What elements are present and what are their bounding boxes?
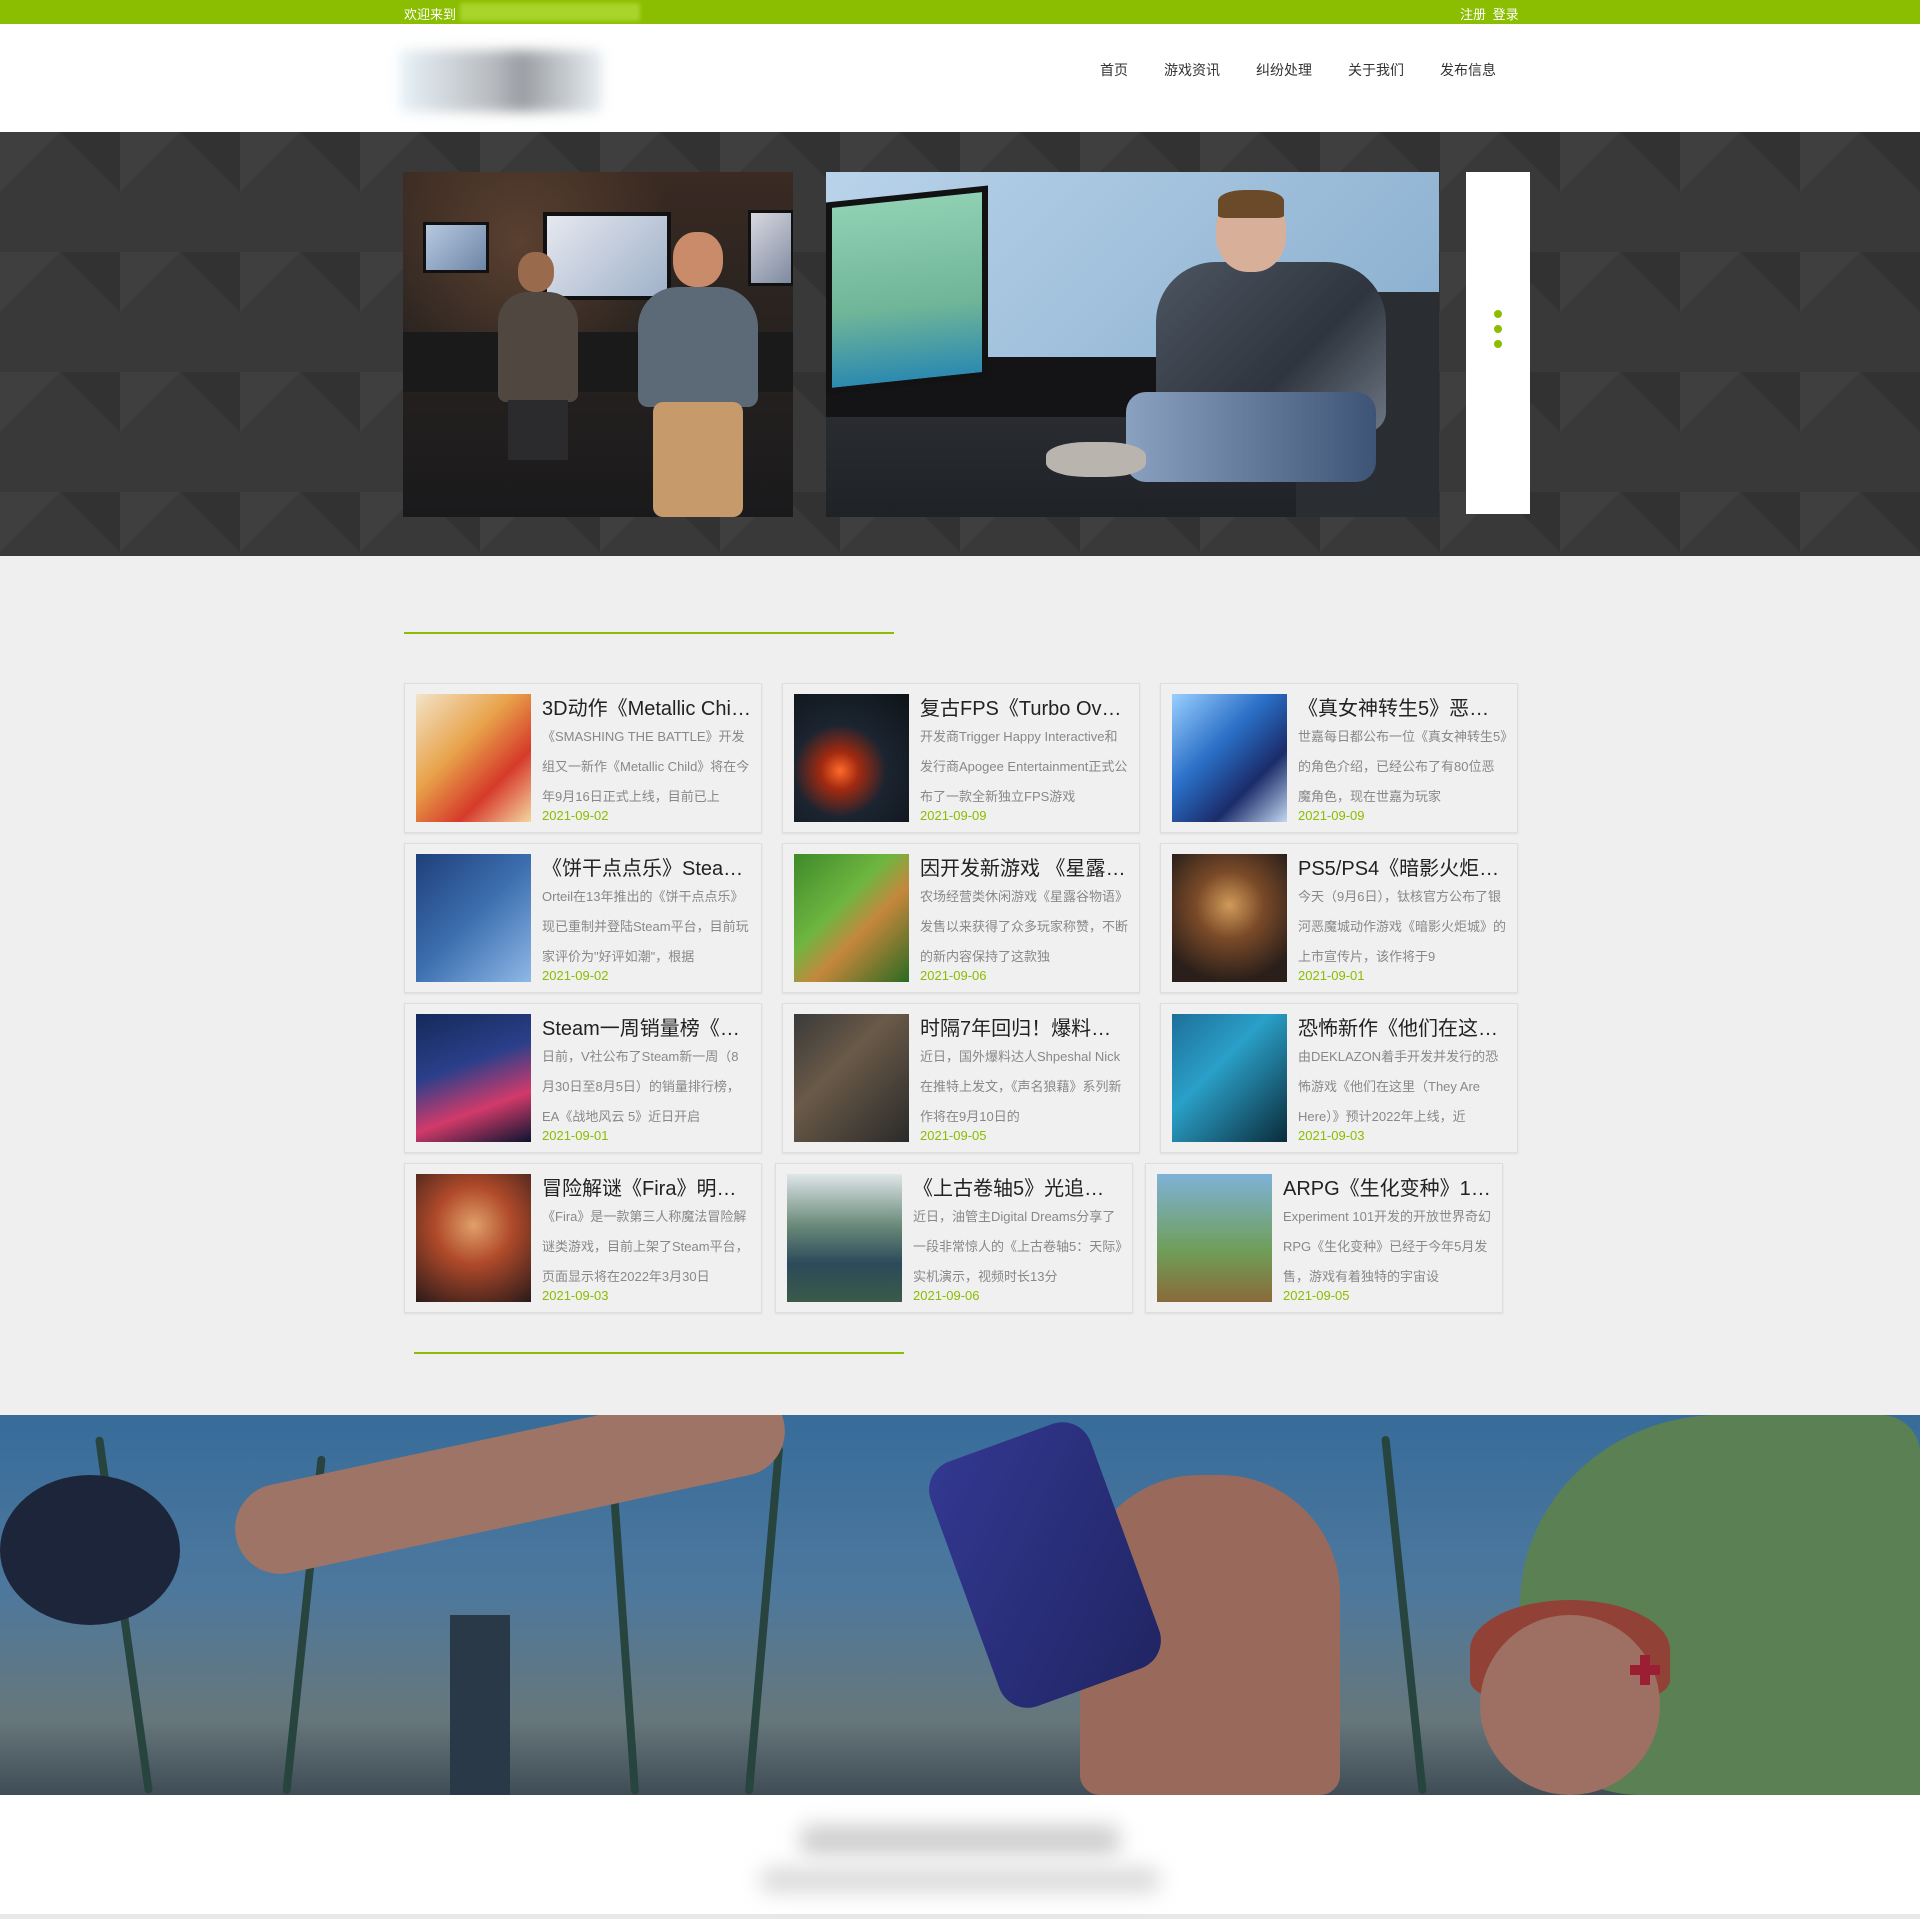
news-thumbnail[interactable] [1172, 854, 1287, 982]
pager-dot[interactable] [1494, 325, 1502, 333]
footer [0, 1795, 1920, 1919]
site-name-redacted [460, 3, 640, 21]
auth-links: 注册 登录 [1457, 4, 1519, 23]
nav-item-home[interactable]: 首页 [1100, 60, 1128, 80]
news-thumbnail[interactable] [794, 1014, 909, 1142]
section-divider-bottom [414, 1352, 904, 1354]
news-date: 2021-09-03 [542, 1288, 609, 1303]
news-card[interactable]: Steam一周销量榜《战地风云5》日前，V社公布了Steam新一周（8月30日至… [404, 1003, 762, 1153]
news-summary: 由DEKLAZON着手开发并发行的恐怖游戏《他们在这里（They Are Her… [1298, 1049, 1499, 1124]
news-card[interactable]: PS5/PS4《暗影火炬城》上市宣传片今天（9月6日），钛核官方公布了银河恶魔城… [1160, 843, 1518, 993]
news-title[interactable]: 复古FPS《Turbo Overkill》 [920, 692, 1129, 721]
register-link[interactable]: 注册 [1460, 7, 1486, 22]
top-bar: 欢迎来到 注册 登录 [0, 0, 1920, 24]
banner-slider [0, 132, 1920, 556]
news-date: 2021-09-01 [1298, 968, 1365, 983]
slide-gaming-expo-image[interactable] [403, 172, 793, 517]
welcome-text: 欢迎来到 [404, 7, 457, 22]
news-thumbnail[interactable] [794, 694, 909, 822]
nav-item-disputes[interactable]: 纠纷处理 [1256, 60, 1312, 80]
nav-item-game-news[interactable]: 游戏资讯 [1164, 60, 1220, 80]
news-date: 2021-09-09 [920, 808, 987, 823]
news-title[interactable]: 《上古卷轴5》光追顶级画质 [913, 1172, 1122, 1201]
news-summary: 近日，油管主Digital Dreams分享了一段非常惊人的《上古卷轴5：天际》… [913, 1209, 1122, 1284]
news-date: 2021-09-06 [913, 1288, 980, 1303]
news-title[interactable]: 《真女神转生5》恶魔介绍 [1298, 692, 1507, 721]
news-title[interactable]: ARPG《生化变种》1.6版本 [1283, 1172, 1492, 1201]
news-summary: 今天（9月6日），钛核官方公布了银河恶魔城动作游戏《暗影火炬城》的上市宣传片，该… [1298, 889, 1507, 964]
news-title[interactable]: 因开发新游戏 《星露谷物语》 [920, 852, 1129, 881]
login-link[interactable]: 登录 [1493, 7, 1519, 22]
news-summary: 《Fira》是一款第三人称魔法冒险解谜类游戏，目前上架了Steam平台，页面显示… [542, 1209, 749, 1284]
footer-text-redacted [800, 1825, 1120, 1855]
main-nav: 首页 游戏资讯 纠纷处理 关于我们 发布信息 [1100, 60, 1496, 80]
news-date: 2021-09-02 [542, 808, 609, 823]
news-date: 2021-09-06 [920, 968, 987, 983]
news-thumbnail[interactable] [794, 854, 909, 982]
news-thumbnail[interactable] [416, 854, 531, 982]
news-summary: Experiment 101开发的开放世界奇幻RPG《生化变种》已经于今年5月发… [1283, 1209, 1492, 1284]
section-divider-top [404, 632, 894, 634]
nav-item-about[interactable]: 关于我们 [1348, 60, 1404, 80]
nav-item-publish[interactable]: 发布信息 [1440, 60, 1496, 80]
news-thumbnail[interactable] [416, 694, 531, 822]
news-thumbnail[interactable] [1172, 694, 1287, 822]
news-card[interactable]: ARPG《生化变种》1.6版本 Experiment 101开发的开放世界奇幻RP… [1145, 1163, 1503, 1313]
news-card[interactable]: 《真女神转生5》恶魔介绍世嘉每日都公布一位《真女神转生5》的角色介绍，已经公布了… [1160, 683, 1518, 833]
news-title[interactable]: 《饼干点点乐》Steam平台 [542, 852, 751, 881]
news-summary: 开发商Trigger Happy Interactive和发行商Apogee E… [920, 729, 1128, 804]
news-title[interactable]: 冒险解谜《Fira》明年发售 [542, 1172, 751, 1201]
news-card[interactable]: 3D动作《Metallic Child》9月16日正式上线《SMASHING T… [404, 683, 762, 833]
news-date: 2021-09-03 [1298, 1128, 1365, 1143]
header: 首页 游戏资讯 纠纷处理 关于我们 发布信息 [0, 24, 1920, 132]
news-title[interactable]: 时隔7年回归！爆料称新作 [920, 1012, 1129, 1041]
footer-text-redacted [760, 1867, 1160, 1893]
news-thumbnail[interactable] [1172, 1014, 1287, 1142]
news-title[interactable]: Steam一周销量榜《战地风云5》 [542, 1012, 751, 1041]
news-card[interactable]: 复古FPS《Turbo Overkill》开发商Trigger Happy In… [782, 683, 1140, 833]
news-date: 2021-09-05 [1283, 1288, 1350, 1303]
news-card[interactable]: 《上古卷轴5》光追顶级画质近日，油管主Digital Dreams分享了一段非常… [775, 1163, 1133, 1313]
news-date: 2021-09-02 [542, 968, 609, 983]
news-summary: 日前，V社公布了Steam新一周（8月30日至8月5日）的销量排行榜，EA《战地… [542, 1049, 740, 1124]
news-thumbnail[interactable] [416, 1174, 531, 1302]
news-title[interactable]: 恐怖新作《他们在这里》 [1298, 1012, 1507, 1041]
news-thumbnail[interactable] [1157, 1174, 1272, 1302]
news-title[interactable]: 3D动作《Metallic Child》9月16日正式上线 [542, 692, 751, 721]
news-card[interactable]: 冒险解谜《Fira》明年发售《Fira》是一款第三人称魔法冒险解谜类游戏，目前上… [404, 1163, 762, 1313]
news-summary: 《SMASHING THE BATTLE》开发组又一新作《Metallic Ch… [542, 729, 750, 804]
news-thumbnail[interactable] [787, 1174, 902, 1302]
pager-dot[interactable] [1494, 340, 1502, 348]
news-card[interactable]: 因开发新游戏 《星露谷物语》农场经营类休闲游戏《星露谷物语》发售以来获得了众多玩… [782, 843, 1140, 993]
news-summary: Orteil在13年推出的《饼干点点乐》现已重制并登陆Steam平台，目前玩家评… [542, 889, 749, 964]
slide-gamer-controller-image[interactable] [826, 172, 1439, 517]
news-summary: 近日，国外爆料达人Shpeshal Nick在推特上发文，《声名狼藉》系列新作将… [920, 1049, 1122, 1124]
news-date: 2021-09-05 [920, 1128, 987, 1143]
promo-art-banner [0, 1415, 1920, 1795]
news-thumbnail[interactable] [416, 1014, 531, 1142]
news-summary: 世嘉每日都公布一位《真女神转生5》的角色介绍，已经公布了有80位恶魔角色，现在世… [1298, 729, 1507, 804]
news-title[interactable]: PS5/PS4《暗影火炬城》上市宣传片 [1298, 852, 1507, 881]
pager-dot[interactable] [1494, 310, 1502, 318]
site-logo[interactable] [400, 50, 602, 112]
news-card[interactable]: 《饼干点点乐》Steam平台 Orteil在13年推出的《饼干点点乐》现已重制并登… [404, 843, 762, 993]
slider-pager[interactable] [1466, 172, 1530, 514]
news-card[interactable]: 恐怖新作《他们在这里》由DEKLAZON着手开发并发行的恐怖游戏《他们在这里（T… [1160, 1003, 1518, 1153]
news-summary: 农场经营类休闲游戏《星露谷物语》发售以来获得了众多玩家称赞，不断的新内容保持了这… [920, 889, 1129, 964]
news-card[interactable]: 时隔7年回归！爆料称新作近日，国外爆料达人Shpeshal Nick在推特上发文… [782, 1003, 1140, 1153]
news-date: 2021-09-01 [542, 1128, 609, 1143]
news-date: 2021-09-09 [1298, 808, 1365, 823]
